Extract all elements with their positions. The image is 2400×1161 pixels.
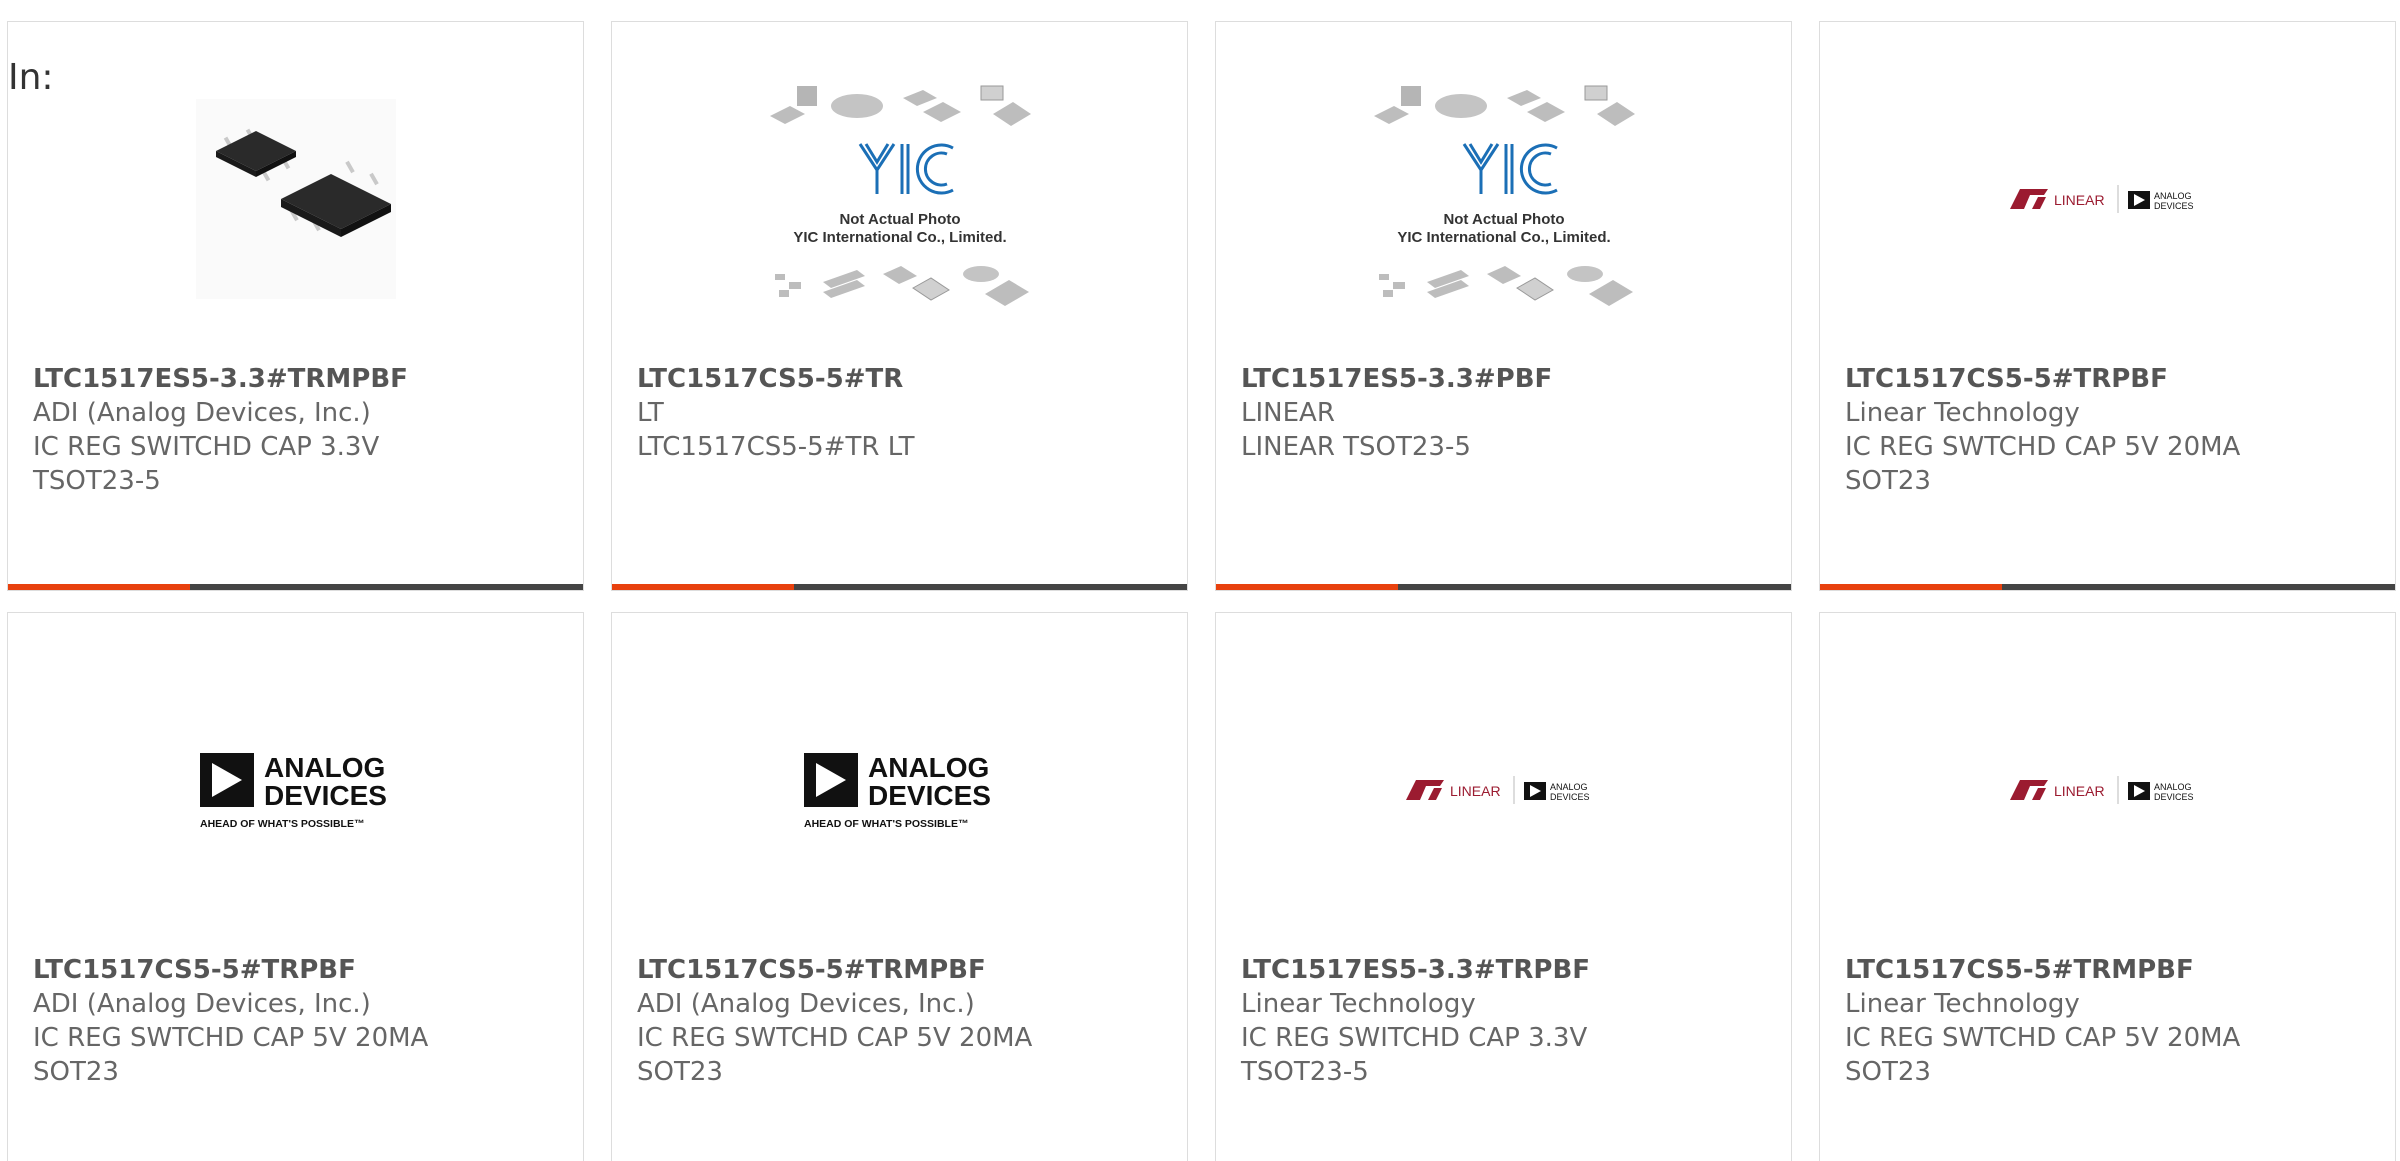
product-info: LTC1517ES5-3.3#PBF LINEAR LINEAR TSOT23-…: [1241, 362, 1766, 464]
linear-technology-logo-icon: LINEAR ANALOG DEVICES: [2009, 776, 2194, 804]
manufacturer: LINEAR: [1241, 398, 1335, 428]
product-image-analog-devices-logo[interactable]: ANALOG DEVICES AHEAD OF WHAT'S POSSIBLE™: [612, 675, 1187, 905]
part-number[interactable]: LTC1517CS5-5#TRPBF: [33, 953, 558, 987]
adi-logo-tagline: AHEAD OF WHAT'S POSSIBLE™: [804, 818, 968, 830]
part-number[interactable]: LTC1517CS5-5#TR: [637, 362, 1162, 396]
part-number[interactable]: LTC1517CS5-5#TRMPBF: [637, 953, 1162, 987]
manufacturer: Linear Technology: [1845, 989, 2080, 1019]
card-bar: [1820, 584, 2395, 590]
card-bar: [1216, 584, 1791, 590]
description: IC REG SWTCHD CAP 5V 20MA: [1845, 1023, 2241, 1053]
linear-technology-logo-icon: LINEAR ANALOG DEVICES: [1405, 776, 1590, 804]
linear-logo-sub2: DEVICES: [2154, 792, 2194, 802]
manufacturer: ADI (Analog Devices, Inc.): [33, 398, 371, 428]
linear-logo-sub1: ANALOG: [2154, 191, 2192, 201]
linear-logo-name: LINEAR: [2054, 192, 2105, 208]
part-number[interactable]: LTC1517ES5-3.3#TRPBF: [1241, 953, 1766, 987]
linear-logo-name: LINEAR: [1450, 783, 1501, 799]
manufacturer: LT: [637, 398, 664, 428]
product-card[interactable]: ANALOG DEVICES AHEAD OF WHAT'S POSSIBLE™…: [7, 612, 584, 1161]
analog-devices-logo-icon: ANALOG DEVICES AHEAD OF WHAT'S POSSIBLE™: [803, 752, 991, 830]
product-image-chip-photo[interactable]: [8, 84, 583, 314]
manufacturer: ADI (Analog Devices, Inc.): [637, 989, 975, 1019]
product-image-analog-devices-logo[interactable]: ANALOG DEVICES AHEAD OF WHAT'S POSSIBLE™: [8, 675, 583, 905]
linear-technology-logo-icon: LINEAR ANALOG DEVICES: [2009, 185, 2194, 213]
card-bar: [8, 584, 583, 590]
product-card[interactable]: LTC1517ES5-3.3#TRMPBF ADI (Analog Device…: [7, 21, 584, 591]
linear-logo-sub1: ANALOG: [2154, 782, 2192, 792]
product-image-yic-placeholder[interactable]: Not Actual Photo YIC International Co., …: [612, 84, 1187, 314]
product-info: LTC1517CS5-5#TRMPBF ADI (Analog Devices,…: [637, 953, 1162, 1089]
product-image-linear-logo[interactable]: LINEAR ANALOG DEVICES: [1820, 675, 2395, 905]
description: LTC1517CS5-5#TR LT: [637, 432, 915, 462]
description: IC REG SWTCHD CAP 5V 20MA: [637, 1023, 1033, 1053]
product-image-linear-logo[interactable]: LINEAR ANALOG DEVICES: [1820, 84, 2395, 314]
description-package: TSOT23-5: [1241, 1057, 1369, 1087]
card-bar-accent: [1216, 584, 1398, 590]
yic-line2: YIC International Co., Limited.: [1397, 229, 1610, 246]
part-number[interactable]: LTC1517ES5-3.3#TRMPBF: [33, 362, 558, 396]
product-info: LTC1517ES5-3.3#TRPBF Linear Technology I…: [1241, 953, 1766, 1089]
adi-logo-top: ANALOG: [264, 752, 385, 783]
adi-logo-bottom: DEVICES: [868, 780, 991, 811]
product-card[interactable]: LINEAR ANALOG DEVICES LTC1517CS5-5#TRMPB…: [1819, 612, 2396, 1161]
yic-line1: Not Actual Photo: [839, 211, 960, 228]
card-bar-accent: [8, 584, 190, 590]
adi-logo-top: ANALOG: [868, 752, 989, 783]
product-card[interactable]: Not Actual Photo YIC International Co., …: [611, 21, 1188, 591]
description-package: SOT23: [1845, 466, 1931, 496]
description: LINEAR TSOT23-5: [1241, 432, 1471, 462]
card-bar-accent: [612, 584, 794, 590]
description: IC REG SWTCHD CAP 5V 20MA: [1845, 432, 2241, 462]
product-image-linear-logo[interactable]: LINEAR ANALOG DEVICES: [1216, 675, 1791, 905]
manufacturer: Linear Technology: [1845, 398, 2080, 428]
adi-logo-bottom: DEVICES: [264, 780, 387, 811]
yic-line1: Not Actual Photo: [1443, 211, 1564, 228]
linear-logo-name: LINEAR: [2054, 783, 2105, 799]
chip-photo-icon: [195, 99, 396, 299]
product-image-yic-placeholder[interactable]: Not Actual Photo YIC International Co., …: [1216, 84, 1791, 314]
description: IC REG SWITCHD CAP 3.3V: [1241, 1023, 1588, 1053]
linear-logo-sub2: DEVICES: [1550, 792, 1590, 802]
adi-logo-tagline: AHEAD OF WHAT'S POSSIBLE™: [200, 818, 364, 830]
description-package: SOT23: [33, 1057, 119, 1087]
product-info: LTC1517CS5-5#TR LT LTC1517CS5-5#TR LT: [637, 362, 1162, 464]
card-bar: [612, 584, 1187, 590]
description: IC REG SWITCHD CAP 3.3V: [33, 432, 380, 462]
product-info: LTC1517CS5-5#TRPBF ADI (Analog Devices, …: [33, 953, 558, 1089]
yic-placeholder-icon: Not Actual Photo YIC International Co., …: [1373, 85, 1635, 306]
manufacturer: ADI (Analog Devices, Inc.): [33, 989, 371, 1019]
part-number[interactable]: LTC1517ES5-3.3#PBF: [1241, 362, 1766, 396]
yic-line2: YIC International Co., Limited.: [793, 229, 1006, 246]
product-card[interactable]: ANALOG DEVICES AHEAD OF WHAT'S POSSIBLE™…: [611, 612, 1188, 1161]
in-label: In:: [8, 57, 54, 98]
linear-logo-sub1: ANALOG: [1550, 782, 1588, 792]
yic-placeholder-icon: Not Actual Photo YIC International Co., …: [769, 85, 1031, 306]
product-card[interactable]: LINEAR ANALOG DEVICES LTC1517ES5-3.3#TRP…: [1215, 612, 1792, 1161]
description-package: TSOT23-5: [33, 466, 161, 496]
description-package: SOT23: [637, 1057, 723, 1087]
part-number[interactable]: LTC1517CS5-5#TRMPBF: [1845, 953, 2370, 987]
analog-devices-logo-icon: ANALOG DEVICES AHEAD OF WHAT'S POSSIBLE™: [199, 752, 387, 830]
part-number[interactable]: LTC1517CS5-5#TRPBF: [1845, 362, 2370, 396]
product-grid: LTC1517ES5-3.3#TRMPBF ADI (Analog Device…: [7, 21, 2400, 1161]
manufacturer: Linear Technology: [1241, 989, 1476, 1019]
product-card[interactable]: Not Actual Photo YIC International Co., …: [1215, 21, 1792, 591]
linear-logo-sub2: DEVICES: [2154, 201, 2194, 211]
product-info: LTC1517ES5-3.3#TRMPBF ADI (Analog Device…: [33, 362, 558, 498]
product-info: LTC1517CS5-5#TRMPBF Linear Technology IC…: [1845, 953, 2370, 1089]
description-package: SOT23: [1845, 1057, 1931, 1087]
description: IC REG SWTCHD CAP 5V 20MA: [33, 1023, 429, 1053]
product-info: LTC1517CS5-5#TRPBF Linear Technology IC …: [1845, 362, 2370, 498]
card-bar-accent: [1820, 584, 2002, 590]
product-card[interactable]: LINEAR ANALOG DEVICES LTC1517CS5-5#TRPBF…: [1819, 21, 2396, 591]
